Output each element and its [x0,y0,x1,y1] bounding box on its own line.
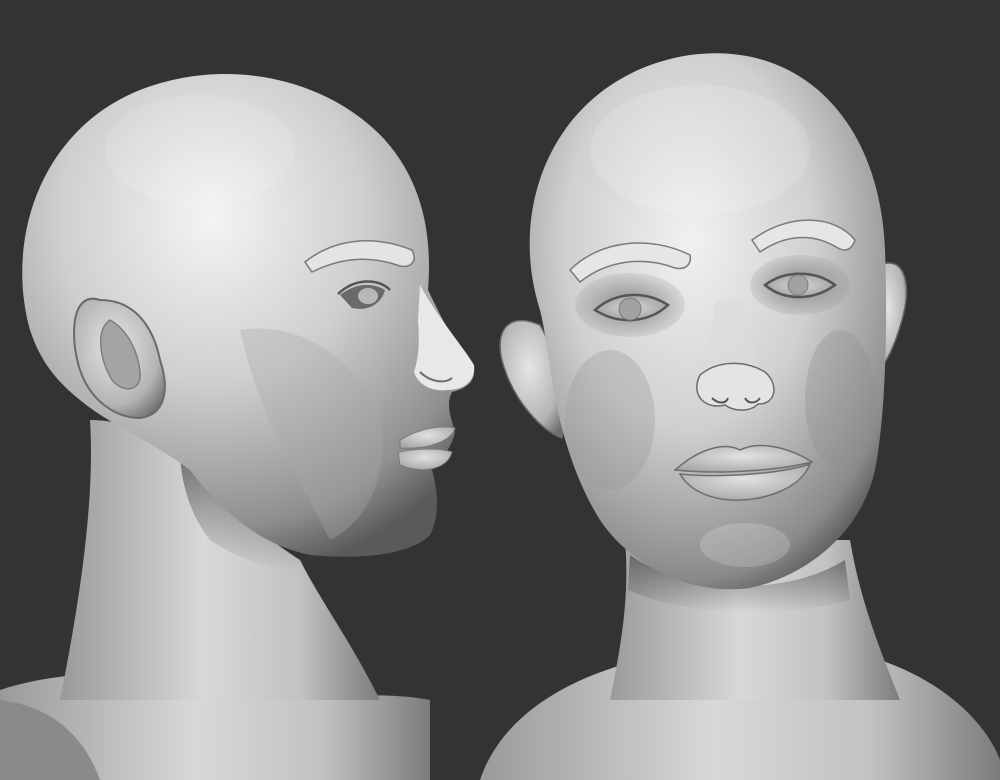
front-right-iris [787,274,809,296]
profile-skull-highlight [105,95,295,205]
profile-eyeball [358,288,378,304]
front-head-sculpt [480,53,1000,780]
profile-lower-lip [397,448,453,471]
sculpt-viewport [0,0,1000,780]
front-left-iris [618,297,642,321]
front-nose [696,362,775,411]
profile-head-sculpt [0,74,475,780]
sculpt-render [0,53,1000,780]
front-left-cheek-shade [565,350,655,490]
front-right-cheek-shade [805,330,875,470]
front-forehead-highlight [590,85,810,215]
front-chin-highlight [700,523,790,567]
